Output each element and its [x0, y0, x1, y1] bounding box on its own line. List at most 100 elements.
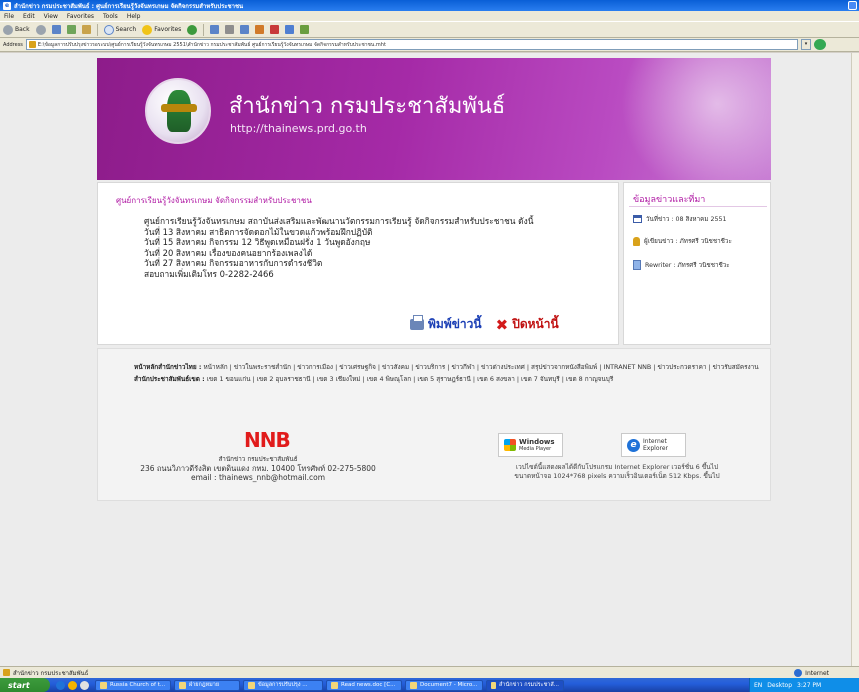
taskbar-item[interactable]: Read news.doc [C... — [326, 679, 402, 691]
compatibility-note: เวปไซต์นี้แสดงผลได้ดีกับโปรแกรม Internet… — [470, 463, 764, 481]
menu-favorites[interactable]: Favorites — [67, 13, 94, 20]
print-news-label: พิมพ์ข่าวนี้ — [428, 317, 482, 331]
clock: 3:27 PM — [797, 681, 822, 689]
article-actions: พิมพ์ข่าวนี้ ✖ ปิดหน้านี้ — [410, 315, 559, 334]
internet-explorer-badge[interactable]: e Internet Explorer — [621, 433, 686, 457]
research-button[interactable] — [300, 25, 310, 34]
messenger-quicklaunch-icon[interactable] — [68, 680, 77, 690]
article-line: สอบถามเพิ่มเติมโทร 0-2282-2466 — [144, 268, 274, 279]
close-page-button[interactable]: ✖ ปิดหน้านี้ — [496, 315, 559, 334]
taskbar-item-active[interactable]: สำนักข่าว กรมประชาสั... — [486, 679, 564, 691]
emblem-wing — [161, 104, 197, 112]
taskbar-item-label: ฝ่ายกฎหมาย — [189, 682, 220, 688]
footer-links: หน้าหลักสำนักข่าวไทย : หน้าหลัก | ข่าวใน… — [134, 362, 764, 384]
print-news-button[interactable]: พิมพ์ข่าวนี้ — [410, 315, 482, 334]
menu-help[interactable]: Help — [127, 13, 141, 20]
messenger-button[interactable] — [285, 25, 295, 34]
document-icon — [633, 260, 641, 270]
address-input[interactable]: E:\ข้อมูลการปรับปรุงข่าวรอระบบ\ศูนย์การเ… — [25, 39, 798, 50]
taskbar-item[interactable]: ฝ่ายกฎหมาย — [174, 679, 240, 691]
folder-icon — [179, 681, 186, 689]
prd-emblem-logo — [145, 78, 211, 144]
wmp-badge-line2: Media Player — [519, 446, 552, 452]
back-button[interactable]: Back — [3, 24, 30, 35]
taskbar-item-label: สำนักข่าว กรมประชาสั... — [499, 682, 559, 688]
vertical-scrollbar[interactable] — [851, 53, 859, 666]
window-control-button[interactable] — [848, 1, 857, 10]
footer-regions-row: สำนักประชาสัมพันธ์เขต : เขต 1 ขอนแก่น | … — [134, 374, 764, 384]
footer-nav-links[interactable]: หน้าหลัก | ข่าวในพระราชสำนัก | ข่าวการเม… — [203, 363, 758, 371]
favorites-button[interactable]: Favorites — [142, 24, 181, 35]
desktop-toolbar[interactable]: Desktop — [767, 682, 792, 689]
globe-icon — [794, 669, 803, 677]
toolbar-separator — [203, 23, 205, 36]
address-value: E:\ข้อมูลการปรับปรุงข่าวรอระบบ\ศูนย์การเ… — [37, 41, 386, 48]
ie-logo-icon: e — [627, 438, 640, 452]
search-button[interactable]: Search — [103, 24, 136, 35]
edit-button[interactable] — [255, 25, 265, 34]
word-icon — [331, 681, 338, 689]
ie-badge-line1: Internet — [643, 438, 667, 445]
taskbar-item-label: Document7 - Micro... — [420, 682, 478, 688]
status-bar: สำนักข่าว กรมประชาสัมพันธ์ Internet — [0, 666, 859, 678]
page-icon — [28, 41, 36, 48]
taskbar-item-label: Russia Church of t... — [110, 682, 166, 688]
go-icon[interactable] — [814, 39, 826, 50]
close-icon: ✖ — [495, 315, 509, 334]
refresh-button[interactable] — [66, 25, 76, 34]
windows-media-player-badge[interactable]: Windows Media Player — [498, 433, 563, 457]
ie-badge-text: Internet Explorer — [643, 438, 668, 452]
menu-file[interactable]: File — [4, 13, 14, 20]
forward-button[interactable] — [35, 24, 46, 35]
language-indicator[interactable]: EN — [754, 682, 762, 689]
article-line: วันที่ 27 สิงหาคม กิจกรรมอาหารกับการดำรง… — [144, 258, 323, 269]
taskbar-item[interactable]: Document7 - Micro... — [405, 679, 483, 691]
ie-icon — [491, 681, 497, 689]
menu-tools[interactable]: Tools — [103, 13, 118, 20]
ie-badge-line2: Explorer — [643, 445, 668, 452]
user-icon — [633, 236, 640, 246]
site-url[interactable]: http://thainews.prd.go.th — [230, 122, 367, 135]
print-button[interactable] — [240, 25, 250, 34]
ie-quicklaunch-icon[interactable] — [56, 680, 65, 690]
news-date-row: วันที่ข่าว : 08 สิงหาคม 2551 — [633, 214, 727, 224]
star-icon — [142, 24, 153, 35]
site-title: สำนักข่าว กรมประชาสัมพันธ์ — [229, 94, 506, 119]
window-title: สำนักข่าว กรมประชาสัมพันธ์ : ศูนย์การเรี… — [14, 2, 244, 10]
news-author-row: ผู้เขียนข่าว : ภัทรศรี วนิชชาชีวะ — [633, 236, 732, 246]
close-page-label: ปิดหน้านี้ — [512, 317, 559, 331]
footer-nav-label: หน้าหลักสำนักข่าวไทย : — [134, 363, 202, 371]
start-button[interactable]: start — [0, 678, 50, 692]
quick-launch — [50, 680, 95, 690]
article-body: ศูนย์การเรียนรู้วังจันทรเกษม สถาบันส่งเส… — [116, 216, 606, 280]
footer-regions-links[interactable]: เขต 1 ขอนแก่น | เขต 2 อุบลราชธานี | เขต … — [207, 375, 614, 383]
back-label: Back — [15, 26, 30, 33]
taskbar-item[interactable]: ข้อมูลการปรับปรุง ... — [243, 679, 323, 691]
address-dropdown-button[interactable]: ▾ — [801, 39, 811, 50]
contact-email[interactable]: email : thainews_nnb@hotmail.com — [128, 473, 388, 482]
menu-view[interactable]: View — [44, 13, 58, 20]
printer-icon — [410, 315, 424, 330]
home-button[interactable] — [81, 25, 91, 34]
window-icon — [100, 681, 107, 689]
article-line: วันที่ 13 สิงหาคม สาธิตการจัดดอกไม้ในขวด… — [144, 226, 373, 237]
news-info-title: ข้อมูลข่าวและที่มา — [633, 195, 706, 205]
wmp-badge-line1: Windows — [519, 438, 555, 446]
taskbar-item[interactable]: Russia Church of t... — [95, 679, 171, 691]
article-title: ศูนย์การเรียนรู้วังจันทรเกษม จัดกิจกรรมส… — [116, 196, 312, 205]
compat-line-1: เวปไซต์นี้แสดงผลได้ดีกับโปรแกรม Internet… — [515, 463, 719, 471]
news-rewriter: Rewriter : ภัทรศรี วนิชชาชีวะ — [645, 262, 730, 269]
history-button[interactable] — [210, 25, 220, 34]
compat-line-2: ขนาดหน้าจอ 1024*768 pixels ความเร็วอินเต… — [514, 472, 720, 480]
desktop-quicklaunch-icon[interactable] — [80, 680, 89, 690]
media-button[interactable] — [187, 24, 198, 35]
contact-address: 236 ถนนวิภาวดีรังสิต เขตดินแดง กทม. 1040… — [140, 464, 376, 473]
window-titlebar[interactable]: e สำนักข่าว กรมประชาสัมพันธ์ : ศูนย์การเ… — [0, 0, 859, 11]
menu-edit[interactable]: Edit — [23, 13, 35, 20]
discuss-button[interactable] — [270, 25, 280, 34]
mail-button[interactable] — [225, 25, 235, 34]
banner-globe-graphic — [597, 58, 771, 180]
stop-button[interactable] — [51, 25, 61, 34]
news-date: วันที่ข่าว : 08 สิงหาคม 2551 — [646, 216, 727, 223]
article-intro: ศูนย์การเรียนรู้วังจันทรเกษม สถาบันส่งเส… — [144, 216, 534, 226]
